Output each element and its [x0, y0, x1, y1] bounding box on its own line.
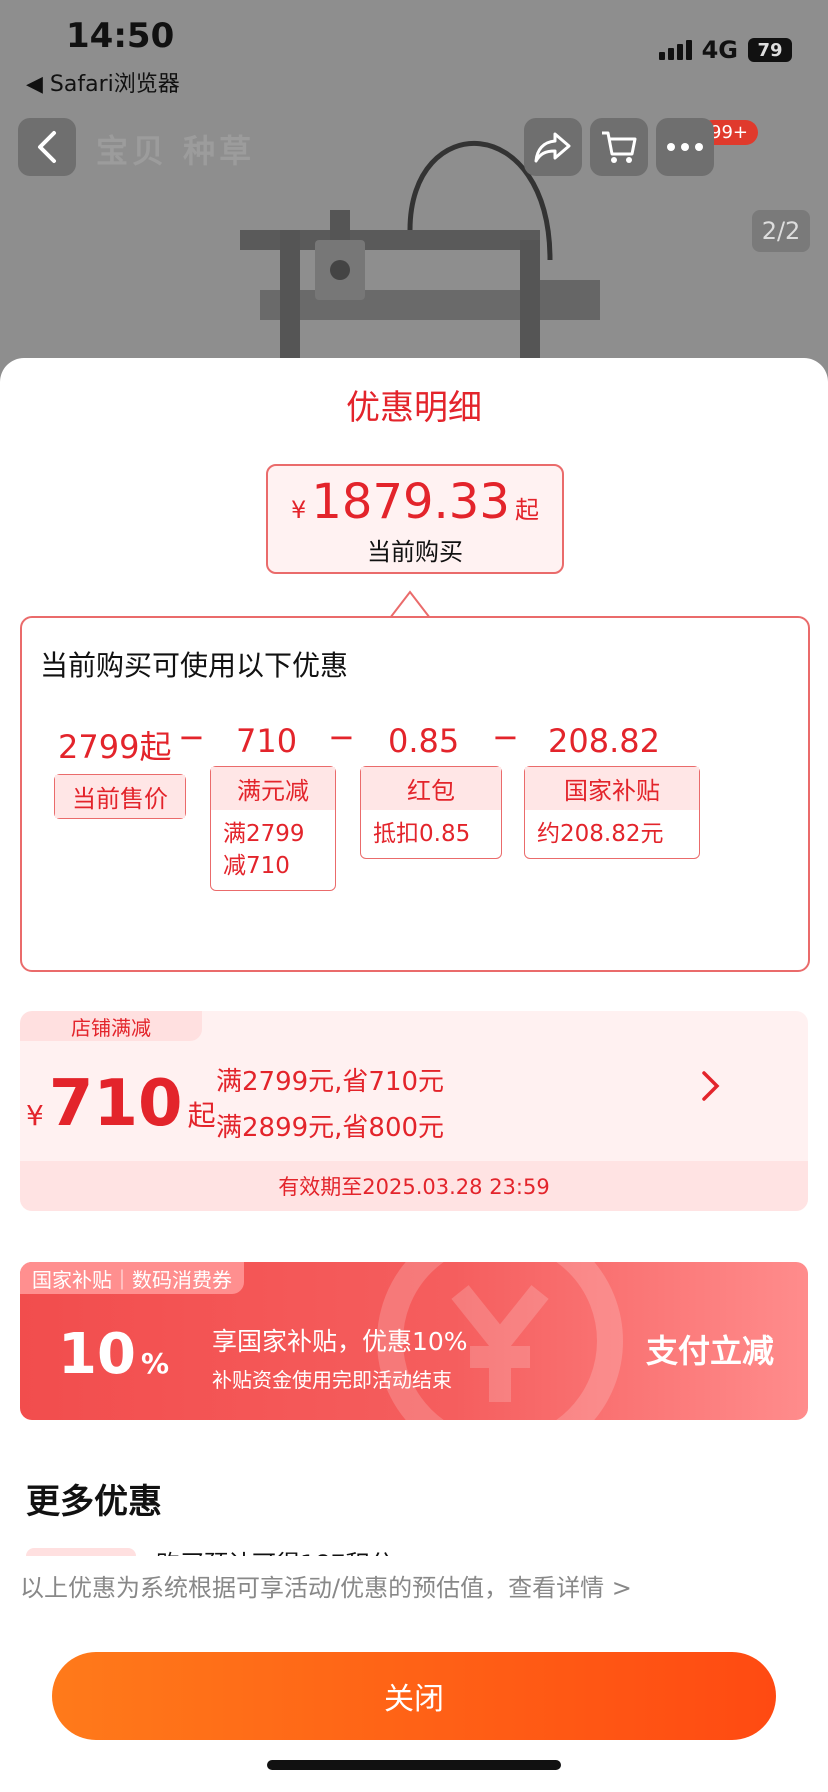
subsidy-tag: 国家补贴｜数码消费券 — [20, 1262, 244, 1294]
image-counter: 2/2 — [752, 210, 810, 252]
battery-level: 79 — [757, 39, 783, 61]
store-discount-validity: 有效期至2025.03.28 23:59 — [20, 1161, 808, 1211]
discount-breakdown: 当前购买可使用以下优惠 2799起 − 710 − 0.85 − 208.82 … — [20, 616, 810, 972]
back-button[interactable] — [18, 118, 76, 176]
pay-discount-label[interactable]: 支付立减 — [646, 1326, 774, 1372]
subsidy-description: 享国家补贴，优惠10% — [212, 1327, 468, 1356]
store-discount-amount: ¥ 710 起 — [26, 1067, 216, 1141]
network-label: 4G — [701, 36, 738, 64]
base-price-value: 2799起 — [58, 728, 172, 766]
close-button[interactable]: 关闭 — [52, 1652, 776, 1740]
more-offers-title: 更多优惠 — [26, 1482, 162, 1522]
product-page-backdrop[interactable]: 14:50 ◀ Safari浏览器 4G 79 宝贝 种草 99+ 2/2 — [0, 0, 828, 420]
chip-desc-line: 抵扣0.85 — [373, 821, 471, 847]
base-price-chip: 当前售价 — [54, 774, 186, 819]
minus-sign: − — [178, 718, 205, 756]
chip-desc-line: 约208.82元 — [537, 821, 664, 847]
discount-detail-sheet: 优惠明细 ¥ 1879.33 起 当前购买 当前购买可使用以下优惠 2799起 … — [0, 358, 828, 1792]
store-discount-card[interactable]: 店铺满减 ¥ 710 起 满2799元,省710元 满2899元,省800元 有… — [20, 1011, 808, 1211]
share-button[interactable] — [524, 118, 582, 176]
subsidy-percent-value: 10 — [58, 1322, 136, 1387]
price-caption: 当前购买 — [367, 538, 463, 566]
current-price-box: ¥ 1879.33 起 当前购买 — [266, 464, 564, 574]
chip-desc-line: 减710 — [223, 853, 290, 879]
subsidy-percent: 10 % — [58, 1322, 169, 1387]
chip-label: 国家补贴 — [525, 767, 699, 810]
chevron-left-icon — [38, 131, 56, 163]
minus-sign: − — [492, 718, 519, 756]
subsidy-value: 208.82 — [548, 722, 660, 760]
battery-icon: 79 — [748, 38, 792, 62]
cart-icon — [602, 131, 637, 163]
more-button[interactable] — [656, 118, 714, 176]
chip-description: 满2799 减710 — [211, 810, 335, 890]
store-rule: 满2899元,省800元 — [216, 1113, 445, 1143]
chip-label: 红包 — [361, 767, 501, 810]
price-currency: ¥ — [291, 496, 307, 524]
red-packet-value: 0.85 — [388, 722, 460, 760]
full-reduction-value: 710 — [236, 722, 298, 760]
chip-description: 抵扣0.85 — [361, 810, 501, 858]
national-subsidy-chip: 国家补贴 约208.82元 — [524, 766, 700, 859]
price-suffix: 起 — [514, 496, 539, 524]
full-reduction-chip: 满元减 满2799 减710 — [210, 766, 336, 891]
store-amount-suffix: 起 — [187, 1099, 216, 1132]
back-to-safari-link[interactable]: ◀ Safari浏览器 — [26, 66, 180, 98]
chip-description: 约208.82元 — [525, 810, 699, 858]
store-rule: 满2799元,省710元 — [216, 1067, 445, 1097]
sheet-title: 优惠明细 — [346, 388, 482, 428]
store-amount-value: 710 — [48, 1067, 183, 1141]
price-amount: 1879.33 — [311, 474, 510, 530]
red-packet-chip: 红包 抵扣0.85 — [360, 766, 502, 859]
national-subsidy-card[interactable]: 国家补贴｜数码消费券 10 % 享国家补贴，优惠10% 补贴资金使用完即活动结束… — [20, 1262, 808, 1420]
subsidy-note: 补贴资金使用完即活动结束 — [212, 1368, 452, 1392]
chevron-right-icon[interactable] — [700, 1069, 722, 1103]
cart-button[interactable] — [590, 118, 648, 176]
more-dots-icon — [667, 143, 703, 151]
signal-icon — [658, 40, 692, 60]
chip-label: 满元减 — [211, 767, 335, 810]
chip-desc-line: 满2799 — [223, 821, 305, 847]
minus-sign: − — [328, 718, 355, 756]
store-discount-tag: 店铺满减 — [20, 1011, 202, 1041]
estimate-footnote-link[interactable]: 以上优惠为系统根据可享活动/优惠的预估值，查看详情 > — [20, 1568, 632, 1603]
share-icon — [534, 132, 571, 163]
home-indicator — [267, 1760, 561, 1770]
subsidy-percent-unit: % — [141, 1347, 170, 1380]
current-price: ¥ 1879.33 起 — [268, 474, 562, 530]
chip-label: 当前售价 — [55, 775, 185, 818]
breakdown-heading: 当前购买可使用以下优惠 — [40, 649, 349, 682]
status-indicators: 4G 79 — [658, 36, 792, 64]
status-time: 14:50 — [66, 16, 175, 56]
page: 14:50 ◀ Safari浏览器 4G 79 宝贝 种草 99+ 2/2 优惠… — [0, 0, 828, 1792]
store-currency: ¥ — [26, 1099, 44, 1132]
